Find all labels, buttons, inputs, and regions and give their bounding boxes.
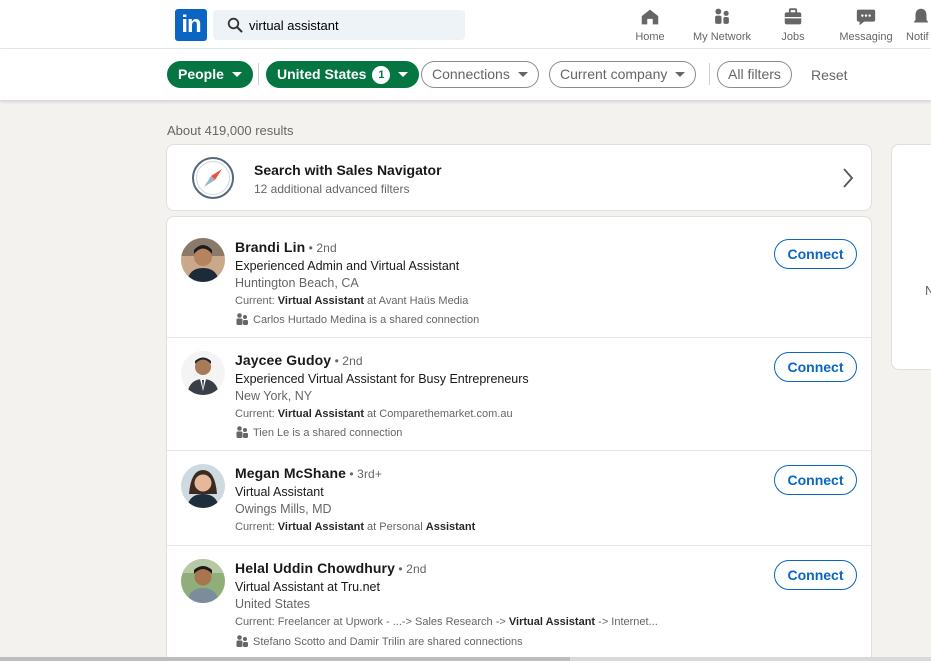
nav-home-label: Home	[635, 31, 665, 43]
side-card-text: N	[925, 283, 931, 298]
profile-photo	[181, 238, 225, 282]
result-current-position: Current: Freelancer at Upwork - ...-> Sa…	[235, 616, 658, 628]
top-nav: in Home My Network Jobs Messaging N	[0, 0, 931, 49]
nav-my-network[interactable]: My Network	[690, 6, 754, 46]
search-icon	[227, 17, 243, 33]
nav-messaging-label: Messaging	[839, 31, 893, 43]
reset-button[interactable]: Reset	[811, 67, 848, 83]
avatar[interactable]	[181, 238, 225, 282]
nav-notifications-label: Notif	[906, 31, 929, 43]
connection-degree: • 3rd+	[346, 467, 382, 481]
nav-my-network-label: My Network	[692, 31, 752, 43]
current-company-filter-label: Current company	[560, 66, 668, 82]
compass-icon	[192, 157, 234, 199]
result-name[interactable]: Jaycee Gudoy • 2nd	[235, 352, 363, 368]
all-filters-button[interactable]: All filters	[717, 61, 792, 88]
results-count: About 419,000 results	[167, 123, 294, 138]
results-list: Brandi Lin • 2nd Experienced Admin and V…	[166, 216, 872, 661]
result-location: United States	[235, 597, 311, 611]
connect-button[interactable]: Connect	[774, 465, 857, 495]
result-current-position: Current: Virtual Assistant at Comparethe…	[235, 408, 513, 420]
avatar[interactable]	[181, 559, 225, 603]
sales-navigator-title: Search with Sales Navigator	[254, 162, 442, 178]
nav-jobs-label: Jobs	[781, 31, 805, 43]
chevron-right-icon	[843, 168, 854, 188]
people-filter-button[interactable]: People	[167, 61, 253, 88]
avatar[interactable]	[181, 351, 225, 395]
connections-filter-button[interactable]: Connections	[421, 61, 539, 88]
search-box[interactable]	[213, 10, 465, 40]
current-company-filter-button[interactable]: Current company	[549, 61, 697, 88]
briefcase-icon	[784, 8, 802, 25]
filter-divider	[709, 63, 710, 85]
connections-filter-label: Connections	[432, 66, 510, 82]
nav-notifications[interactable]: Notif	[906, 6, 931, 46]
shared-connection-icon	[236, 635, 248, 647]
location-filter-label: United States	[277, 66, 367, 82]
shared-connection-icon	[236, 313, 248, 325]
result-name[interactable]: Brandi Lin • 2nd	[235, 239, 337, 255]
result-location: New York, NY	[235, 389, 313, 403]
shared-connection-icon	[236, 426, 248, 438]
result-headline: Virtual Assistant	[235, 485, 324, 499]
location-count-badge: 1	[372, 66, 391, 84]
people-filter-label: People	[178, 66, 224, 82]
horizontal-scrollbar[interactable]	[0, 657, 931, 661]
result-location: Huntington Beach, CA	[235, 276, 359, 290]
caret-down-icon	[675, 71, 686, 77]
home-icon	[641, 9, 659, 25]
all-filters-label: All filters	[728, 66, 781, 82]
connection-degree: • 2nd	[395, 562, 427, 576]
location-filter-button[interactable]: United States 1	[266, 61, 420, 88]
connection-degree: • 2nd	[305, 241, 337, 255]
caret-down-icon	[231, 71, 242, 77]
profile-photo	[181, 559, 225, 603]
result-headline: Virtual Assistant at Tru.net	[235, 580, 380, 594]
filter-bar: People United States 1 Connections Curren…	[0, 49, 931, 100]
caret-down-icon	[398, 71, 409, 77]
list-item: Helal Uddin Chowdhury • 2nd Virtual Assi…	[167, 546, 871, 661]
avatar[interactable]	[181, 464, 225, 508]
list-item: Megan McShane • 3rd+ Virtual Assistant O…	[167, 451, 871, 546]
result-headline: Experienced Admin and Virtual Assistant	[235, 259, 460, 273]
scrollbar-thumb[interactable]	[0, 657, 570, 661]
connect-button[interactable]: Connect	[774, 239, 857, 269]
result-name[interactable]: Megan McShane • 3rd+	[235, 465, 382, 481]
connect-button[interactable]: Connect	[774, 560, 857, 590]
result-name[interactable]: Helal Uddin Chowdhury • 2nd	[235, 560, 427, 576]
caret-down-icon	[517, 71, 528, 77]
profile-photo	[181, 351, 225, 395]
messaging-icon	[856, 9, 876, 26]
result-location: Owings Mills, MD	[235, 502, 332, 516]
sales-navigator-subtitle: 12 additional advanced filters	[254, 182, 410, 196]
result-headline: Experienced Virtual Assistant for Busy E…	[235, 372, 529, 386]
connection-degree: • 2nd	[331, 354, 363, 368]
bell-icon	[913, 8, 929, 23]
shared-connection[interactable]: Carlos Hurtado Medina is a shared connec…	[235, 312, 479, 326]
shared-connection[interactable]: Stefano Scotto and Damir Trilin are shar…	[235, 634, 523, 648]
filter-divider	[258, 63, 259, 85]
connect-button[interactable]: Connect	[774, 352, 857, 382]
result-current-position: Current: Virtual Assistant at Personal A…	[235, 521, 476, 533]
sales-navigator-card[interactable]: Search with Sales Navigator 12 additiona…	[166, 144, 872, 211]
shared-connection[interactable]: Tien Le is a shared connection	[235, 425, 402, 439]
nav-jobs[interactable]: Jobs	[776, 6, 810, 46]
profile-photo	[181, 464, 225, 508]
nav-home[interactable]: Home	[632, 6, 668, 46]
list-item: Brandi Lin • 2nd Experienced Admin and V…	[167, 217, 871, 338]
nav-messaging[interactable]: Messaging	[839, 6, 893, 46]
linkedin-logo[interactable]: in	[175, 9, 207, 41]
list-item: Jaycee Gudoy • 2nd Experienced Virtual A…	[167, 338, 871, 451]
result-current-position: Current: Virtual Assistant at Avant Haüs…	[235, 295, 469, 307]
network-icon	[715, 8, 729, 24]
side-card: N	[891, 144, 931, 370]
search-input[interactable]	[249, 10, 459, 40]
